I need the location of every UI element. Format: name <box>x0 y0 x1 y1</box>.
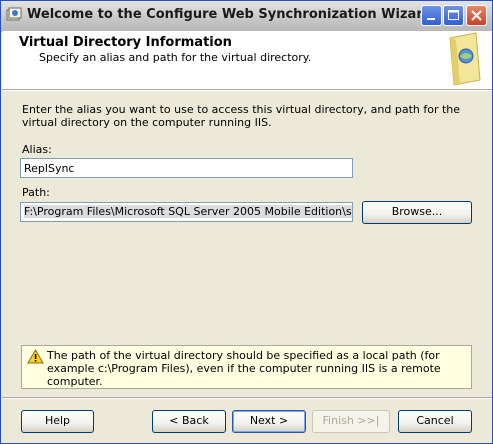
back-button[interactable]: < Back <box>152 410 226 433</box>
finish-button[interactable]: Finish >>| <box>312 410 390 433</box>
page-title: Virtual Directory Information <box>19 35 232 50</box>
close-button[interactable] <box>466 5 487 26</box>
path-label: Path: <box>22 186 50 199</box>
minimize-button[interactable] <box>421 5 442 26</box>
page-subtitle: Specify an alias and path for the virtua… <box>39 51 312 64</box>
app-icon <box>6 7 22 21</box>
path-input[interactable]: F:\Program Files\Microsoft SQL Server 20… <box>20 202 353 222</box>
maximize-icon <box>448 10 459 20</box>
wizard-globe-icon <box>449 32 481 86</box>
wizard-window: Welcome to the Configure Web Synchroniza… <box>0 0 493 444</box>
browse-button[interactable]: Browse... <box>362 201 472 224</box>
footer-divider-highlight <box>2 398 492 399</box>
next-button[interactable]: Next > <box>232 410 306 433</box>
wizard-header: Virtual Directory Information Specify an… <box>2 31 492 90</box>
help-button[interactable]: Help <box>21 410 94 433</box>
close-icon <box>471 10 482 21</box>
path-value-text: F:\Program Files\Microsoft SQL Server 20… <box>24 205 352 218</box>
alias-label: Alias: <box>22 143 52 156</box>
warning-box: The path of the virtual directory should… <box>21 345 472 389</box>
minimize-icon <box>427 18 435 20</box>
alias-input[interactable] <box>20 158 353 178</box>
warning-text: The path of the virtual directory should… <box>47 349 441 388</box>
warning-icon <box>27 349 44 364</box>
intro-text: Enter the alias you want to use to acces… <box>22 103 461 129</box>
window-title: Welcome to the Configure Web Synchroniza… <box>27 7 433 22</box>
header-divider <box>2 90 492 91</box>
cancel-button[interactable]: Cancel <box>398 410 472 433</box>
maximize-button[interactable] <box>443 5 464 26</box>
title-bar[interactable]: Welcome to the Configure Web Synchroniza… <box>1 1 492 32</box>
